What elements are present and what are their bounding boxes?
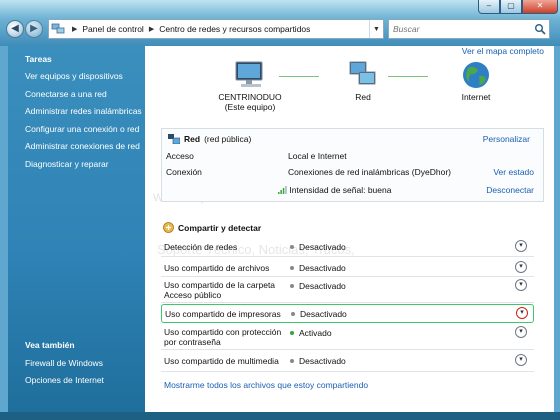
signal-text: Intensidad de señal: buena — [289, 185, 392, 195]
network-map: CENTRINODUO (Este equipo) Red Internet — [145, 60, 554, 124]
share-row-name: Uso compartido de multimedia — [164, 356, 279, 366]
address-bar[interactable]: ▶ Panel de control ▶ Centro de redes y r… — [48, 19, 384, 39]
breadcrumb-control-panel[interactable]: Panel de control — [82, 24, 143, 34]
sharing-title: Compartir y detectar — [163, 222, 261, 233]
sharing-section: Compartir y detectar Detección de redes … — [161, 216, 544, 382]
task-pane: Tareas Ver equipos y dispositivos Conect… — [8, 46, 145, 412]
share-row-password[interactable]: Uso compartido con protección por contra… — [161, 324, 534, 350]
share-row-state: Desactivado — [299, 242, 346, 252]
globe-icon — [463, 62, 489, 88]
share-row-state: Desactivado — [299, 356, 346, 366]
network-small-icon — [168, 134, 180, 144]
task-view-computers[interactable]: Ver equipos y dispositivos — [25, 71, 142, 89]
task-diagnose-repair[interactable]: Diagnosticar y reparar — [25, 159, 142, 177]
access-value: Local e Internet — [288, 151, 347, 161]
see-also-heading: Vea también — [25, 340, 75, 350]
breadcrumb-network-center[interactable]: Centro de redes y recursos compartidos — [159, 24, 310, 34]
access-label: Acceso — [166, 151, 194, 161]
see-also-firewall[interactable]: Firewall de Windows — [25, 358, 104, 375]
view-status-link[interactable]: Ver estado — [493, 167, 534, 177]
chevron-down-icon[interactable]: ▾ — [515, 354, 527, 366]
share-row-public-folder[interactable]: Uso compartido de la carpeta Acceso públ… — [161, 277, 534, 303]
task-list: Ver equipos y dispositivos Conectarse a … — [25, 71, 142, 176]
share-row-files[interactable]: Uso compartido de archivos Desactivado ▾ — [161, 257, 534, 277]
signal-row: Intensidad de señal: buena Desconectar — [166, 185, 541, 201]
network-icon — [349, 61, 376, 85]
computer-this-label: (Este equipo) — [224, 102, 276, 112]
close-icon[interactable]: ✕ — [522, 0, 558, 14]
share-row-state: Desactivado — [299, 281, 346, 291]
computer-node[interactable]: CENTRINODUO (Este equipo) — [215, 60, 285, 112]
search-icon[interactable] — [534, 23, 546, 35]
network-name: Red — [184, 134, 201, 144]
chevron-down-icon[interactable]: ▾ — [515, 261, 527, 273]
share-row-name: Uso compartido de archivos — [164, 263, 270, 273]
chevron-down-icon[interactable]: ▾ — [515, 326, 527, 338]
status-dot-icon — [290, 331, 294, 335]
internet-label: Internet — [461, 92, 491, 102]
status-dot-icon — [290, 359, 294, 363]
maximize-icon[interactable]: ▢ — [500, 0, 522, 14]
task-manage-wireless[interactable]: Administrar redes inalámbricas — [25, 106, 142, 124]
connection-line — [279, 76, 319, 77]
share-row-name: Uso compartido con protección por contra… — [164, 327, 282, 347]
status-dot-icon — [290, 245, 294, 249]
show-shared-files-link[interactable]: Mostrarme todos los archivos que estoy c… — [164, 380, 368, 390]
internet-node[interactable]: Internet — [451, 60, 501, 102]
chevron-down-icon[interactable]: ▾ — [515, 240, 527, 252]
share-row-state: Desactivado — [299, 263, 346, 273]
chevron-down-icon[interactable]: ▾ — [516, 307, 528, 319]
task-connect-network[interactable]: Conectarse a una red — [25, 89, 142, 107]
share-row-state: Activado — [299, 328, 332, 338]
computer-icon — [235, 61, 263, 87]
share-row-discovery[interactable]: Detección de redes Desactivado ▾ — [161, 237, 534, 257]
breadcrumb-separator-icon: ▶ — [72, 26, 78, 33]
window-controls: – ▢ ✕ — [478, 0, 558, 14]
forward-arrow-icon[interactable]: ▶ — [25, 20, 43, 38]
main-content: Ver el mapa completo CENTRINODUO (Este e… — [145, 46, 554, 412]
share-row-name: Detección de redes — [164, 242, 238, 252]
share-row-printers[interactable]: Uso compartido de impresoras Desactivado… — [161, 304, 534, 323]
network-type: (red pública) — [204, 134, 252, 144]
see-also-list: Firewall de Windows Opciones de Internet — [25, 358, 104, 392]
sharing-icon — [163, 222, 174, 233]
computer-name-label: CENTRINODUO — [218, 92, 282, 102]
share-row-name: Uso compartido de impresoras — [165, 309, 281, 319]
network-panel: Red (red pública) Personalizar Acceso Lo… — [161, 128, 544, 202]
see-also-internet-options[interactable]: Opciones de Internet — [25, 375, 104, 392]
customize-link[interactable]: Personalizar — [483, 134, 530, 144]
share-row-name: Uso compartido de la carpeta Acceso públ… — [164, 280, 276, 300]
title-bar: – ▢ ✕ ◀ ▶ ▶ Panel de control ▶ Centro de… — [0, 0, 560, 46]
status-dot-icon — [290, 284, 294, 288]
status-dot-icon — [291, 312, 295, 316]
task-manage-connections[interactable]: Administrar conexiones de red — [25, 141, 142, 159]
access-row: Acceso Local e Internet — [166, 151, 541, 167]
minimize-icon[interactable]: – — [478, 0, 500, 14]
status-dot-icon — [290, 266, 294, 270]
connection-row: Conexión Conexiones de red inalámbricas … — [166, 167, 541, 183]
task-setup-connection[interactable]: Configurar una conexión o red — [25, 124, 142, 142]
network-label: Red — [355, 92, 371, 102]
network-center-icon — [49, 20, 67, 38]
full-map-link[interactable]: Ver el mapa completo — [462, 46, 544, 56]
share-row-media[interactable]: Uso compartido de multimedia Desactivado… — [161, 350, 534, 372]
network-node[interactable]: Red — [337, 60, 389, 102]
connection-line — [388, 76, 428, 77]
signal-bars-icon — [278, 186, 287, 194]
bottom-strip — [0, 412, 560, 420]
chevron-down-icon[interactable]: ▾ — [515, 279, 527, 291]
connection-label: Conexión — [166, 167, 202, 177]
search-input[interactable] — [389, 20, 529, 38]
sharing-title-text: Compartir y detectar — [178, 222, 262, 233]
breadcrumb-separator-icon: ▶ — [148, 26, 155, 33]
network-title: Red (red pública) — [168, 134, 251, 144]
share-row-state: Desactivado — [300, 309, 347, 319]
signal-value: Intensidad de señal: buena — [278, 185, 391, 195]
disconnect-link[interactable]: Desconectar — [486, 185, 534, 195]
address-dropdown-icon[interactable]: ▼ — [369, 20, 383, 38]
connection-value: Conexiones de red inalámbricas (DyeDhor) — [288, 167, 451, 177]
back-arrow-icon[interactable]: ◀ — [6, 20, 24, 38]
search-box[interactable] — [388, 19, 550, 39]
tasks-heading: Tareas — [25, 54, 52, 64]
